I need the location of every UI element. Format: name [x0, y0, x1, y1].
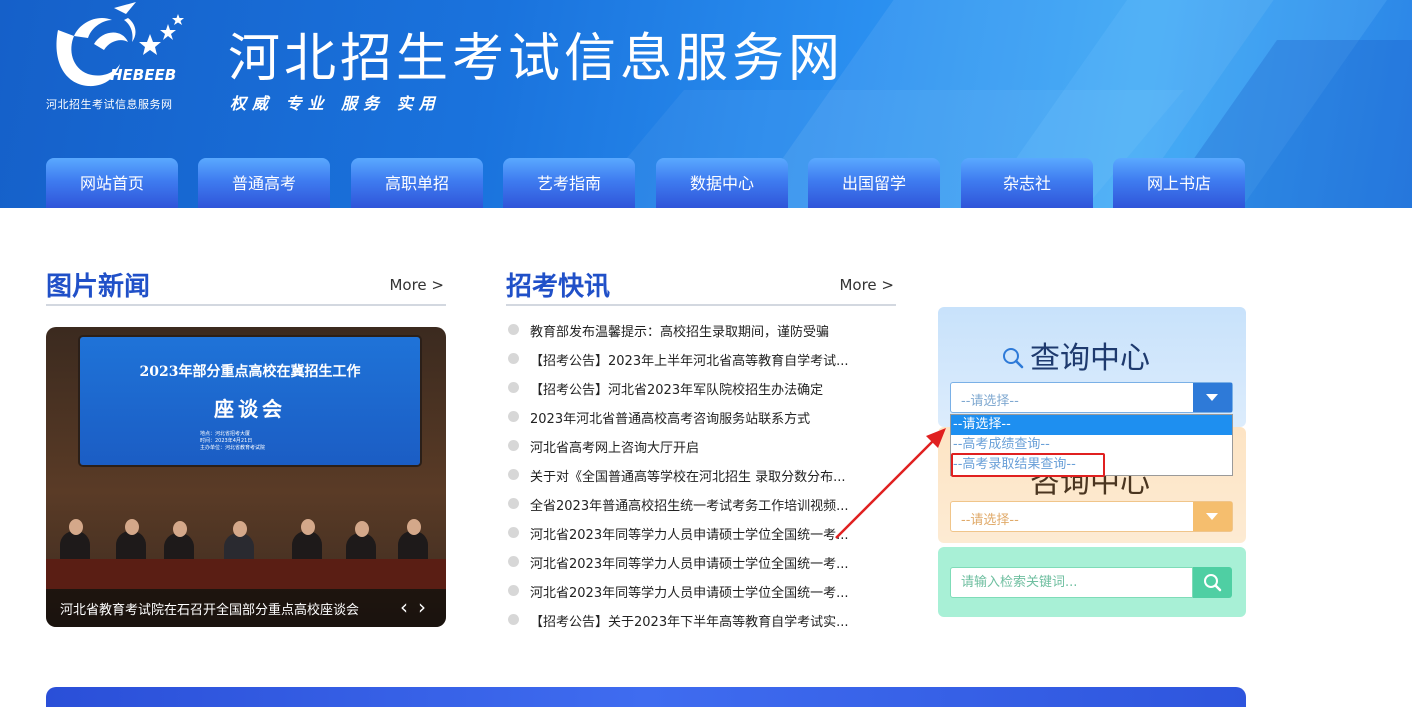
- nav-item-study-abroad[interactable]: 出国留学: [808, 158, 940, 208]
- search-button[interactable]: [1193, 567, 1232, 598]
- bullet-icon: [508, 585, 519, 596]
- bullet-icon: [508, 527, 519, 538]
- logo-subtitle: 河北招生考试信息服务网: [46, 98, 173, 111]
- slide-screen: 2023年部分重点高校在冀招生工作 座谈会 地点：河北省招考大厦 时间：2023…: [80, 337, 420, 465]
- picture-news-title: 图片新闻: [46, 272, 151, 302]
- search-icon: [1204, 574, 1222, 592]
- site-header: HEBEEB 河北招生考试信息服务网 河北招生考试信息服务网 权威 专业 服务 …: [0, 0, 1412, 208]
- quick-news-header: 招考快讯 More >: [506, 266, 896, 306]
- logo-text: HEBEEB: [110, 66, 176, 84]
- annotation-highlight-box: [951, 453, 1105, 477]
- bullet-icon: [508, 498, 519, 509]
- search-input[interactable]: [950, 567, 1193, 598]
- chevron-down-icon: [1206, 513, 1218, 520]
- bullet-icon: [508, 353, 519, 364]
- dropdown-option-placeholder[interactable]: --请选择--: [951, 415, 1232, 435]
- picture-news-slide[interactable]: 2023年部分重点高校在冀招生工作 座谈会 地点：河北省招考大厦 时间：2023…: [46, 327, 446, 627]
- bullet-icon: [508, 411, 519, 422]
- news-link[interactable]: 教育部发布温馨提示：高校招生录取期间，谨防受骗: [530, 321, 829, 340]
- bullet-icon: [508, 469, 519, 480]
- list-item[interactable]: 河北省2023年同等学力人员申请硕士学位全国统一考...: [506, 577, 896, 606]
- slide-caption: 河北省教育考试院在石召开全国部分重点高校座谈会 ‹ ›: [46, 589, 446, 627]
- news-link[interactable]: 【招考公告】关于2023年下半年高等教育自学考试实...: [530, 611, 848, 630]
- news-link[interactable]: 【招考公告】河北省2023年军队院校招生办法确定: [530, 379, 823, 398]
- query-select-toggle[interactable]: [1193, 383, 1232, 412]
- bullet-icon: [508, 556, 519, 567]
- nav-item-magazine[interactable]: 杂志社: [961, 158, 1093, 208]
- news-link[interactable]: 关于对《全国普通高等学校在河北招生 录取分数分布...: [530, 466, 846, 485]
- bullet-icon: [508, 324, 519, 335]
- picture-news-header: 图片新闻 More >: [46, 266, 446, 306]
- list-item[interactable]: 河北省2023年同等学力人员申请硕士学位全国统一考...: [506, 548, 896, 577]
- slide-caption-text[interactable]: 河北省教育考试院在石召开全国部分重点高校座谈会: [60, 599, 359, 618]
- news-link[interactable]: 河北省2023年同等学力人员申请硕士学位全国统一考...: [530, 553, 848, 572]
- news-link[interactable]: 全省2023年普通高校招生统一考试考务工作培训视频...: [530, 495, 848, 514]
- list-item[interactable]: 教育部发布温馨提示：高校招生录取期间，谨防受骗: [506, 316, 896, 345]
- query-select-value: --请选择--: [961, 394, 1019, 409]
- list-item[interactable]: 【招考公告】2023年上半年河北省高等教育自学考试...: [506, 345, 896, 374]
- nav-item-data-center[interactable]: 数据中心: [656, 158, 788, 208]
- slide-screen-subtitle: 座谈会: [214, 397, 286, 421]
- dropdown-option-score-query[interactable]: --高考成绩查询--: [951, 435, 1232, 455]
- bullet-icon: [508, 440, 519, 451]
- nav-item-bookstore[interactable]: 网上书店: [1113, 158, 1245, 208]
- bullet-icon: [508, 382, 519, 393]
- bottom-banner: [46, 687, 1246, 707]
- quick-news-title: 招考快讯: [506, 272, 611, 302]
- slide-screen-details: 地点：河北省招考大厦 时间：2023年4月21日 主办单位：河北省教育考试院: [200, 431, 360, 452]
- nav-item-gaokao[interactable]: 普通高考: [198, 158, 330, 208]
- site-title: 河北招生考试信息服务网: [228, 29, 845, 89]
- list-item[interactable]: 【招考公告】关于2023年下半年高等教育自学考试实...: [506, 606, 896, 635]
- slide-detail-line: 主办单位：河北省教育考试院: [200, 445, 266, 451]
- news-link[interactable]: 2023年河北省普通高校高考咨询服务站联系方式: [530, 408, 810, 427]
- query-center-panel: 查询中心 --请选择--: [938, 307, 1246, 427]
- consult-select[interactable]: --请选择--: [950, 501, 1233, 532]
- news-link[interactable]: 河北省高考网上咨询大厅开启: [530, 437, 699, 456]
- chevron-down-icon: [1206, 394, 1218, 401]
- photo-table: [46, 559, 446, 589]
- nav-item-arts[interactable]: 艺考指南: [503, 158, 635, 208]
- query-center-title: 查询中心: [1030, 341, 1150, 376]
- page: HEBEEB 河北招生考试信息服务网 河北招生考试信息服务网 权威 专业 服务 …: [0, 0, 1412, 707]
- news-link[interactable]: 河北省2023年同等学力人员申请硕士学位全国统一考...: [530, 524, 848, 543]
- quick-news-more-link[interactable]: More >: [839, 276, 894, 294]
- news-link[interactable]: 河北省2023年同等学力人员申请硕士学位全国统一考...: [530, 582, 848, 601]
- bullet-icon: [508, 614, 519, 625]
- search-icon: [1003, 348, 1024, 369]
- slide-screen-title: 2023年部分重点高校在冀招生工作: [139, 364, 361, 380]
- consult-select-toggle[interactable]: [1193, 502, 1232, 531]
- slide-prev-icon[interactable]: ‹: [400, 595, 408, 619]
- nav-item-vocational[interactable]: 高职单招: [351, 158, 483, 208]
- nav-item-home[interactable]: 网站首页: [46, 158, 178, 208]
- news-link[interactable]: 【招考公告】2023年上半年河北省高等教育自学考试...: [530, 350, 848, 369]
- slide-detail-line: 地点：河北省招考大厦: [200, 431, 251, 437]
- annotation-arrow-icon: [835, 428, 946, 539]
- slide-next-icon[interactable]: ›: [418, 595, 426, 619]
- consult-select-value: --请选择--: [961, 513, 1019, 528]
- search-panel: [938, 547, 1246, 617]
- slide-detail-line: 时间：2023年4月21日: [200, 438, 253, 444]
- picture-news-more-link[interactable]: More >: [389, 276, 444, 294]
- site-slogan: 权威 专业 服务 实用: [230, 94, 441, 113]
- query-select[interactable]: --请选择--: [950, 382, 1233, 413]
- list-item[interactable]: 【招考公告】河北省2023年军队院校招生办法确定: [506, 374, 896, 403]
